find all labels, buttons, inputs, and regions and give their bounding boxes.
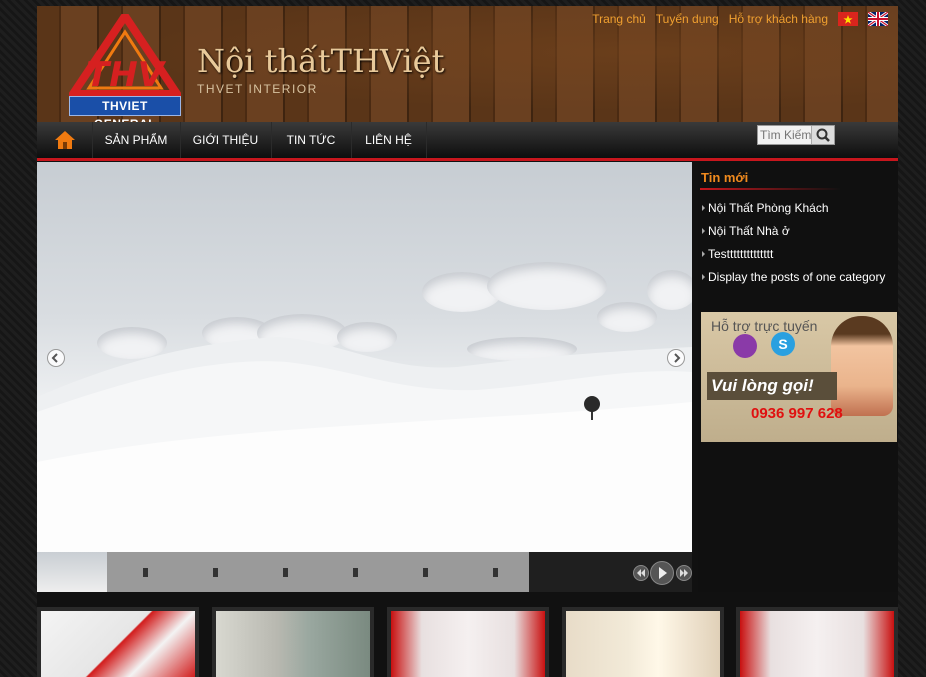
nav-contact[interactable]: LIÊN HỆ bbox=[351, 122, 427, 158]
gallery-item[interactable] bbox=[212, 607, 374, 677]
gallery-item[interactable] bbox=[387, 607, 549, 677]
news-item[interactable]: Testttttttttttttt bbox=[702, 246, 885, 269]
home-icon bbox=[54, 131, 75, 149]
image-slider bbox=[37, 162, 692, 592]
play-button[interactable] bbox=[650, 561, 674, 585]
rewind-button[interactable] bbox=[633, 565, 649, 581]
uk-flag-icon[interactable] bbox=[867, 10, 889, 28]
search-icon bbox=[816, 128, 830, 142]
gallery-image bbox=[41, 611, 195, 677]
play-icon bbox=[659, 567, 667, 579]
support-title: Hỗ trợ trực tuyến bbox=[711, 318, 818, 334]
news-item[interactable]: Nội Thất Phòng Khách bbox=[702, 200, 885, 223]
slide-image bbox=[37, 162, 692, 552]
nav-about[interactable]: GIỚI THIỆU bbox=[180, 122, 272, 158]
product-gallery bbox=[37, 607, 898, 677]
slider-next-button[interactable] bbox=[667, 349, 685, 367]
search-button[interactable] bbox=[811, 126, 834, 144]
link-recruitment[interactable]: Tuyển dụng bbox=[656, 12, 719, 26]
gallery-image bbox=[391, 611, 545, 677]
news-list: Nội Thất Phòng Khách Nội Thất Nhà ở Test… bbox=[702, 200, 885, 292]
heading-underline bbox=[700, 188, 840, 190]
site-header: THV THVIET GENERAL Nội thấtTHViệt THVET … bbox=[37, 6, 898, 131]
slide-thumbnail[interactable] bbox=[423, 568, 428, 577]
search-input[interactable] bbox=[758, 126, 814, 144]
forward-icon bbox=[680, 569, 688, 577]
support-phone[interactable]: 0936 997 628 bbox=[751, 405, 843, 422]
news-item[interactable]: Display the posts of one category bbox=[702, 269, 885, 292]
link-customer-support[interactable]: Hỗ trợ khách hàng bbox=[729, 12, 828, 26]
news-heading: Tin mới bbox=[701, 170, 749, 185]
gallery-image bbox=[216, 611, 370, 677]
brand-subtitle: THVET INTERIOR bbox=[197, 82, 318, 96]
forward-button[interactable] bbox=[676, 565, 692, 581]
yahoo-messenger-icon[interactable] bbox=[733, 334, 757, 358]
gallery-image bbox=[566, 611, 720, 677]
support-agent-photo bbox=[831, 316, 893, 416]
nav-news[interactable]: TIN TỨC bbox=[271, 122, 352, 158]
slider-prev-button[interactable] bbox=[47, 349, 65, 367]
rewind-icon bbox=[637, 569, 645, 577]
gallery-item[interactable] bbox=[37, 607, 199, 677]
online-support-banner[interactable]: Hỗ trợ trực tuyến S Vui lòng gọi! 0936 9… bbox=[701, 312, 897, 442]
gallery-item[interactable] bbox=[736, 607, 898, 677]
slide-thumbnail[interactable] bbox=[283, 568, 288, 577]
right-sidebar: Tin mới Nội Thất Phòng Khách Nội Thất Nh… bbox=[698, 162, 898, 592]
gallery-item[interactable] bbox=[562, 607, 724, 677]
nav-home[interactable] bbox=[37, 122, 93, 158]
page-container: THV THVIET GENERAL Nội thấtTHViệt THVET … bbox=[37, 6, 898, 677]
chevron-left-icon bbox=[51, 353, 58, 363]
search-box bbox=[757, 125, 835, 145]
slide-thumbnail[interactable] bbox=[493, 568, 498, 577]
logo-mark-icon: THV bbox=[65, 8, 185, 98]
slide-thumbnail[interactable] bbox=[37, 552, 107, 592]
call-prompt: Vui lòng gọi! bbox=[707, 372, 837, 400]
slider-thumbnail-bar bbox=[37, 552, 692, 592]
slide-thumbnail-strip bbox=[107, 552, 529, 592]
gallery-image bbox=[740, 611, 894, 677]
top-links: Trang chủ Tuyển dụng Hỗ trợ khách hàng bbox=[592, 10, 889, 28]
svg-text:THV: THV bbox=[86, 55, 167, 95]
nav-products[interactable]: SẢN PHẨM bbox=[92, 122, 181, 158]
slide-thumbnail[interactable] bbox=[213, 568, 218, 577]
link-home[interactable]: Trang chủ bbox=[592, 12, 646, 26]
chevron-right-icon bbox=[674, 353, 681, 363]
skype-icon[interactable]: S bbox=[771, 332, 795, 356]
logo-badge: THVIET GENERAL bbox=[69, 96, 181, 131]
slide-thumbnail[interactable] bbox=[143, 568, 148, 577]
site-logo[interactable]: THV THVIET GENERAL bbox=[65, 8, 185, 131]
main-nav: SẢN PHẨM GIỚI THIỆU TIN TỨC LIÊN HỆ bbox=[37, 122, 898, 161]
vietnam-flag-icon[interactable] bbox=[838, 12, 858, 26]
slide-thumbnail[interactable] bbox=[353, 568, 358, 577]
news-item[interactable]: Nội Thất Nhà ở bbox=[702, 223, 885, 246]
brand-title: Nội thấtTHViệt bbox=[197, 42, 445, 80]
